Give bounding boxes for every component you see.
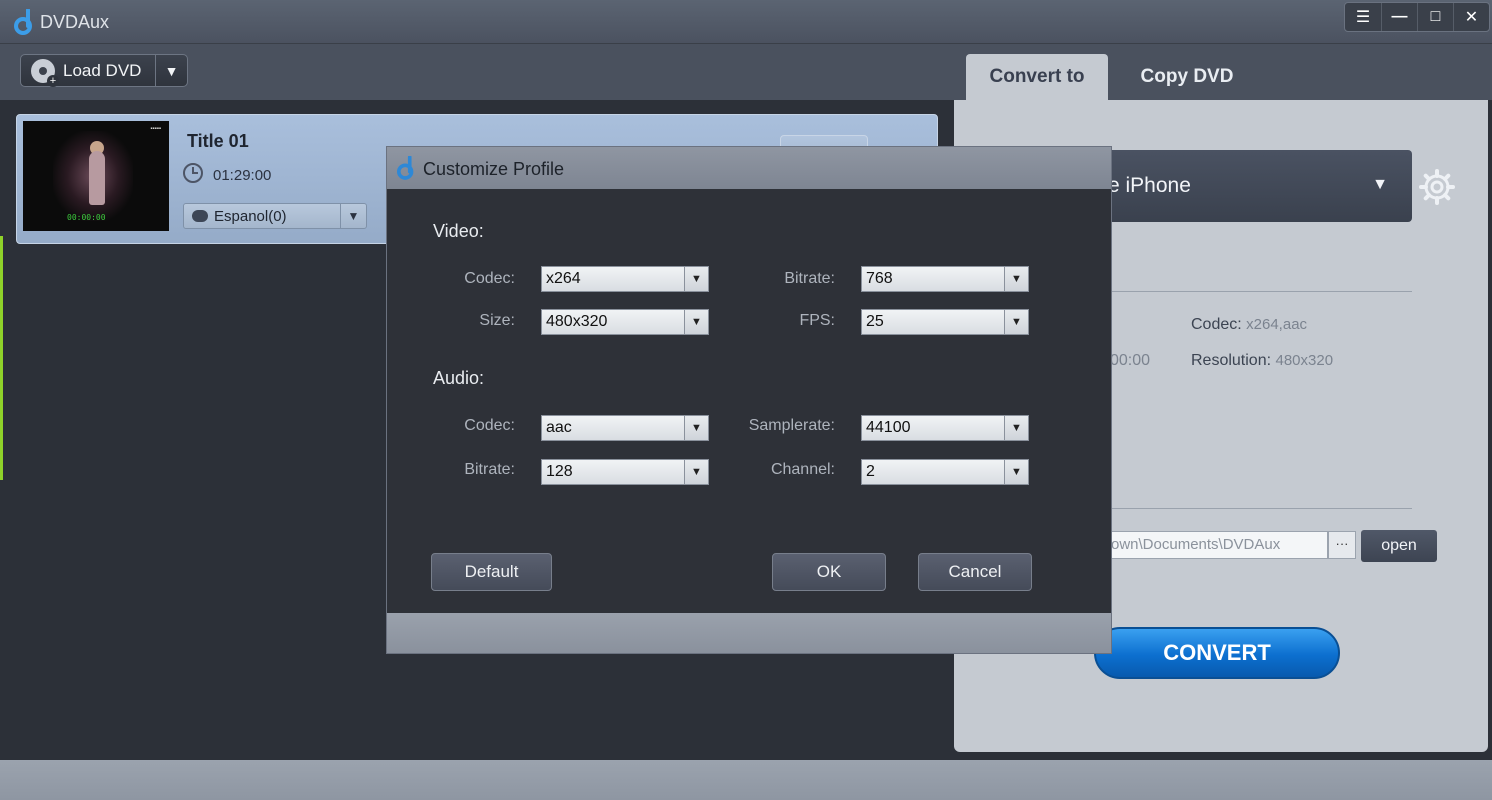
chevron-down-icon[interactable]: ▼ bbox=[684, 460, 708, 484]
divider bbox=[1110, 508, 1412, 509]
app-title: DVDAux bbox=[40, 12, 110, 32]
chevron-down-icon[interactable]: ▼ bbox=[1004, 267, 1028, 291]
video-fps-select[interactable]: 25 ▼ bbox=[861, 309, 1029, 335]
video-section-heading: Video: bbox=[433, 221, 484, 241]
video-codec-value: x264 bbox=[546, 270, 581, 287]
title-name: Title 01 bbox=[187, 131, 249, 151]
thumbnail-timecode: 00:00:00 bbox=[67, 213, 106, 222]
minimize-icon[interactable]: — bbox=[1381, 3, 1417, 31]
resolution-info: Resolution: 480x320 bbox=[1191, 352, 1333, 370]
ok-button[interactable]: OK bbox=[772, 553, 886, 591]
video-bitrate-value: 768 bbox=[866, 270, 893, 287]
duration-info-value: 00:00 bbox=[1110, 352, 1151, 369]
audio-samplerate-value: 44100 bbox=[866, 419, 911, 436]
app-logo-icon bbox=[14, 9, 32, 35]
codec-info-value: x264,aac bbox=[1246, 316, 1308, 333]
subtitle-bubble-icon bbox=[192, 210, 208, 222]
chevron-down-icon[interactable]: ▼ bbox=[684, 310, 708, 334]
audio-bitrate-select[interactable]: 128 ▼ bbox=[541, 459, 709, 485]
load-dvd-label: Load DVD bbox=[63, 60, 142, 80]
divider bbox=[1110, 291, 1412, 292]
resolution-info-value: 480x320 bbox=[1275, 352, 1334, 369]
audio-bitrate-value: 128 bbox=[546, 463, 573, 480]
chevron-down-icon[interactable]: ▼ bbox=[684, 416, 708, 440]
video-size-select[interactable]: 480x320 ▼ bbox=[541, 309, 709, 335]
subtitle-value: Espanol(0) bbox=[214, 207, 287, 225]
video-fps-label: FPS: bbox=[799, 312, 835, 329]
window-controls: ☰ — □ ✕ bbox=[1344, 2, 1490, 32]
browse-button[interactable]: ··· bbox=[1328, 531, 1356, 559]
status-bar bbox=[0, 760, 1492, 800]
left-edge-accent bbox=[0, 236, 3, 480]
chevron-down-icon[interactable]: ▼ bbox=[684, 267, 708, 291]
audio-section-heading: Audio: bbox=[433, 368, 485, 388]
audio-codec-select[interactable]: aac ▼ bbox=[541, 415, 709, 441]
audio-channel-label: Channel: bbox=[770, 461, 835, 478]
audio-codec-value: aac bbox=[546, 419, 572, 436]
audio-codec-label: Codec: bbox=[464, 417, 515, 434]
load-dvd-dropdown-icon[interactable]: ▼ bbox=[155, 55, 187, 86]
clock-icon bbox=[183, 163, 203, 183]
cancel-button[interactable]: Cancel bbox=[918, 553, 1032, 591]
video-codec-label: Codec: bbox=[464, 270, 515, 287]
menu-icon[interactable]: ☰ bbox=[1345, 3, 1381, 31]
audio-bitrate-label: Bitrate: bbox=[464, 461, 515, 478]
chevron-down-icon[interactable]: ▼ bbox=[1004, 416, 1028, 440]
chevron-down-icon[interactable]: ▼ bbox=[1004, 460, 1028, 484]
chevron-down-icon[interactable]: ▼ bbox=[1372, 176, 1388, 194]
title-duration: 01:29:00 bbox=[213, 167, 272, 184]
profile-select[interactable]: e iPhone ▼ bbox=[1108, 150, 1412, 222]
audio-samplerate-select[interactable]: 44100 ▼ bbox=[861, 415, 1029, 441]
chevron-down-icon[interactable]: ▼ bbox=[340, 204, 366, 228]
maximize-icon[interactable]: □ bbox=[1417, 3, 1453, 31]
dialog-title-bar[interactable]: Customize Profile bbox=[387, 147, 1111, 189]
dialog-title: Customize Profile bbox=[423, 159, 565, 179]
tab-strip: Convert to Copy DVD bbox=[952, 44, 1492, 100]
default-button[interactable]: Default bbox=[431, 553, 552, 591]
video-codec-select[interactable]: x264 ▼ bbox=[541, 266, 709, 292]
gear-icon[interactable] bbox=[1418, 168, 1456, 206]
open-folder-button[interactable]: open bbox=[1361, 530, 1437, 562]
profile-value: e iPhone bbox=[1108, 174, 1191, 197]
tab-convert-to[interactable]: Convert to bbox=[966, 54, 1108, 100]
audio-samplerate-label: Samplerate: bbox=[748, 417, 835, 434]
disc-add-icon: + bbox=[31, 58, 59, 87]
customize-profile-dialog: Customize Profile Video: Codec: x264 ▼ B… bbox=[386, 146, 1112, 654]
output-path-field[interactable]: own\Documents\DVDAux bbox=[1110, 531, 1328, 559]
convert-button[interactable]: CONVERT bbox=[1094, 627, 1340, 679]
dialog-footer bbox=[387, 613, 1111, 653]
video-bitrate-select[interactable]: 768 ▼ bbox=[861, 266, 1029, 292]
video-size-value: 480x320 bbox=[546, 313, 608, 330]
audio-channel-select[interactable]: 2 ▼ bbox=[861, 459, 1029, 485]
video-thumbnail: ▪▪▪▪▪ 00:00:00 bbox=[23, 121, 169, 231]
video-size-label: Size: bbox=[479, 312, 515, 329]
audio-channel-value: 2 bbox=[866, 463, 875, 480]
close-icon[interactable]: ✕ bbox=[1453, 3, 1489, 31]
codec-info: Codec: x264,aac bbox=[1191, 316, 1307, 334]
tab-copy-dvd[interactable]: Copy DVD bbox=[1122, 54, 1252, 100]
video-fps-value: 25 bbox=[866, 313, 884, 330]
app-logo-icon bbox=[397, 156, 414, 180]
codec-info-label: Codec: bbox=[1191, 316, 1242, 333]
video-bitrate-label: Bitrate: bbox=[784, 270, 835, 287]
subtitle-select[interactable]: Espanol(0) ▼ bbox=[183, 203, 367, 229]
chevron-down-icon[interactable]: ▼ bbox=[1004, 310, 1028, 334]
toolbar: + Load DVD ▼ bbox=[0, 44, 952, 100]
load-dvd-button[interactable]: + Load DVD ▼ bbox=[20, 54, 188, 87]
resolution-info-label: Resolution: bbox=[1191, 352, 1272, 369]
title-bar: DVDAux ☰ — □ ✕ bbox=[0, 0, 1492, 44]
